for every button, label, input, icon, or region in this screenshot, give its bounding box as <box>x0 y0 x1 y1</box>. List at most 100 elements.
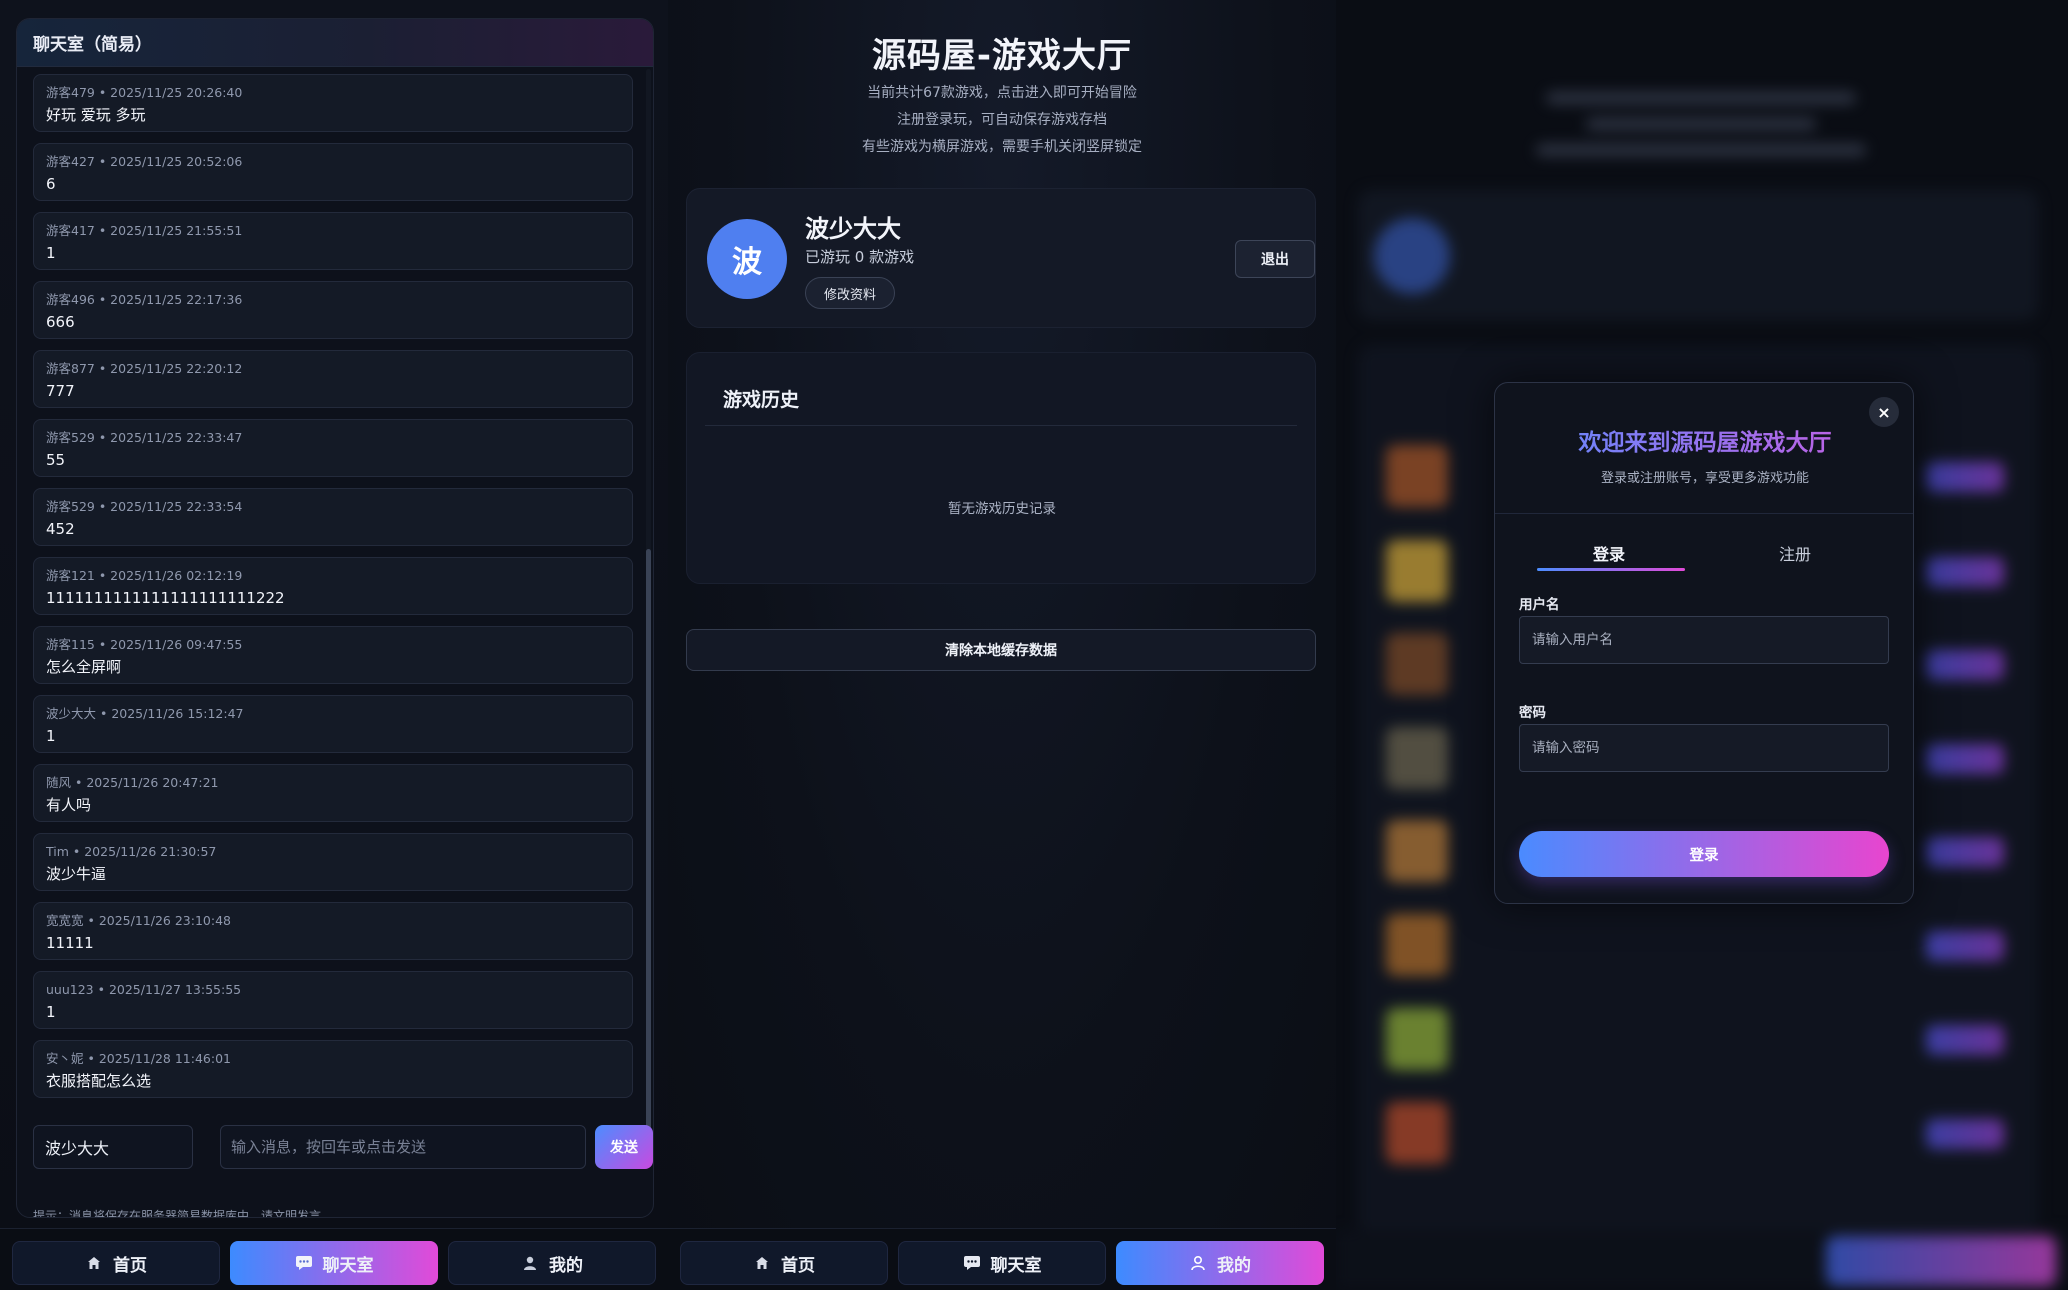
blurred-pill <box>1926 931 2004 961</box>
nav-chat-label: 聊天室 <box>990 1255 1042 1276</box>
blurred-pill <box>1926 744 2004 774</box>
message-meta: 游客115 • 2025/11/26 09:47:55 <box>46 637 243 652</box>
login-panel: × 欢迎来到源码屋游戏大厅 登录或注册账号，享受更多游戏功能 登录 注册 用户名… <box>1336 0 2068 1290</box>
logout-button[interactable]: 退出 <box>1235 240 1315 278</box>
blurred-pill <box>1926 557 2004 587</box>
avatar: 波 <box>707 219 787 299</box>
message-text: 波少牛逼 <box>46 865 107 883</box>
hall-subtitle-1: 当前共计67款游戏，点击进入即可开始冒险 <box>867 85 1137 101</box>
tab-register[interactable]: 注册 <box>1779 541 1811 565</box>
message-text: 1111111111111111111111222 <box>46 589 285 607</box>
message-item: 游客427 • 2025/11/25 20:52:06 6 <box>33 143 633 201</box>
blurred-line <box>1586 118 1816 130</box>
blurred-pill <box>1926 462 2004 492</box>
nav-chat-button[interactable]: 聊天室 <box>898 1241 1106 1285</box>
message-meta: 安丶妮 • 2025/11/28 11:46:01 <box>46 1051 231 1066</box>
hall-subtitle-3: 有些游戏为横屏游戏，需要手机关闭竖屏锁定 <box>862 139 1142 155</box>
nav-mine-button[interactable]: 我的 <box>448 1241 656 1285</box>
history-title: 游戏历史 <box>723 389 800 411</box>
blurred-thumb <box>1386 1102 1448 1164</box>
history-empty-text: 暂无游戏历史记录 <box>948 501 1056 517</box>
profile-panel: 源码屋-游戏大厅 当前共计67款游戏，点击进入即可开始冒险 注册登录玩，可自动保… <box>668 0 1336 1290</box>
modal-subtitle: 登录或注册账号，享受更多游戏功能 <box>1600 471 1809 486</box>
message-text: 1 <box>46 244 56 262</box>
message-item: uuu123 • 2025/11/27 13:55:55 1 <box>33 971 633 1029</box>
nickname-input[interactable] <box>33 1125 193 1169</box>
username-input[interactable] <box>1519 616 1889 664</box>
message-meta: 游客417 • 2025/11/25 21:55:51 <box>46 223 243 238</box>
message-item: 游客115 • 2025/11/26 09:47:55 怎么全屏啊 <box>33 626 633 684</box>
message-list: 游客479 • 2025/11/25 20:26:40 好玩 爱玩 多玩 游客42… <box>33 74 633 1109</box>
password-label: 密码 <box>1519 705 1546 721</box>
blurred-thumb <box>1386 820 1448 882</box>
nav-chat-label: 聊天室 <box>322 1255 374 1276</box>
message-text: 11111 <box>46 934 94 952</box>
clear-cache-button[interactable]: 清除本地缓存数据 <box>686 629 1316 671</box>
message-item: 游客479 • 2025/11/25 20:26:40 好玩 爱玩 多玩 <box>33 74 633 132</box>
nav-home-label: 首页 <box>781 1255 815 1276</box>
message-item: 宽宽宽 • 2025/11/26 23:10:48 11111 <box>33 902 633 960</box>
blurred-card <box>1358 190 2038 320</box>
message-text: 666 <box>46 313 75 331</box>
nav-chat-button[interactable]: 聊天室 <box>230 1241 438 1285</box>
profile-name: 波少大大 <box>805 215 901 243</box>
message-input[interactable] <box>220 1125 586 1169</box>
blurred-pill <box>1926 1119 2004 1149</box>
chat-icon <box>295 1254 313 1272</box>
chat-icon <box>963 1254 981 1272</box>
bottom-nav: 首页 聊天室 我的 <box>0 1228 668 1290</box>
message-item: 游客529 • 2025/11/25 22:33:47 55 <box>33 419 633 477</box>
chat-title: 聊天室（简易） <box>17 19 653 67</box>
message-text: 777 <box>46 382 75 400</box>
blurred-thumb <box>1386 1008 1448 1070</box>
page-title: 源码屋-游戏大厅 <box>871 36 1133 76</box>
message-item: 波少大大 • 2025/11/26 15:12:47 1 <box>33 695 633 753</box>
message-text: 1 <box>46 727 56 745</box>
active-tab-indicator <box>1537 568 1685 571</box>
message-text: 452 <box>46 520 75 538</box>
blurred-nav-active <box>1826 1236 2056 1286</box>
message-text: 55 <box>46 451 66 469</box>
message-meta: 游客479 • 2025/11/25 20:26:40 <box>46 85 243 100</box>
nav-mine-label: 我的 <box>549 1255 583 1276</box>
blurred-line <box>1536 144 1866 156</box>
blurred-pill <box>1926 1025 2004 1055</box>
message-meta: 游客121 • 2025/11/26 02:12:19 <box>46 568 243 583</box>
nav-home-label: 首页 <box>113 1255 147 1276</box>
home-icon <box>85 1254 103 1272</box>
app-screen: 聊天室（简易） 游客479 • 2025/11/25 20:26:40 好玩 爱玩… <box>0 0 2068 1290</box>
message-text: 1 <box>46 1003 56 1021</box>
modal-title: 欢迎来到源码屋游戏大厅 <box>1495 423 1915 457</box>
blurred-thumb <box>1386 633 1448 695</box>
user-icon <box>1189 1254 1207 1272</box>
login-submit-button[interactable]: 登录 <box>1519 831 1889 877</box>
username-label: 用户名 <box>1519 597 1560 613</box>
message-meta: 游客877 • 2025/11/25 22:20:12 <box>46 361 243 376</box>
nav-mine-button[interactable]: 我的 <box>1116 1241 1324 1285</box>
edit-profile-button[interactable]: 修改资料 <box>805 277 895 309</box>
nav-home-button[interactable]: 首页 <box>12 1241 220 1285</box>
message-meta: 游客496 • 2025/11/25 22:17:36 <box>46 292 243 307</box>
send-button[interactable]: 发送 <box>595 1125 653 1169</box>
message-text: 6 <box>46 175 56 193</box>
nav-home-button[interactable]: 首页 <box>680 1241 888 1285</box>
blurred-pill <box>1926 837 2004 867</box>
message-meta: Tim • 2025/11/26 21:30:57 <box>46 844 217 859</box>
chat-input-row: 发送 <box>33 1125 653 1171</box>
message-item: 游客496 • 2025/11/25 22:17:36 666 <box>33 281 633 339</box>
message-text: 有人吗 <box>46 796 92 814</box>
message-meta: 随风 • 2025/11/26 20:47:21 <box>46 775 219 790</box>
user-icon <box>521 1254 539 1272</box>
profile-card: 波 波少大大 已游玩 0 款游戏 修改资料 退出 <box>686 188 1316 328</box>
message-item: 随风 • 2025/11/26 20:47:21 有人吗 <box>33 764 633 822</box>
tab-login[interactable]: 登录 <box>1593 541 1625 565</box>
message-text: 怎么全屏啊 <box>46 658 122 676</box>
blurred-thumb <box>1386 445 1448 507</box>
history-card: 游戏历史 暂无游戏历史记录 <box>686 352 1316 584</box>
bottom-nav: 首页 聊天室 我的 <box>668 1228 1336 1290</box>
password-input[interactable] <box>1519 724 1889 772</box>
message-meta: uuu123 • 2025/11/27 13:55:55 <box>46 982 242 997</box>
login-modal: × 欢迎来到源码屋游戏大厅 登录或注册账号，享受更多游戏功能 登录 注册 用户名… <box>1494 382 1914 904</box>
chat-scrollbar-thumb[interactable] <box>646 549 651 1129</box>
blurred-thumb <box>1386 914 1448 976</box>
